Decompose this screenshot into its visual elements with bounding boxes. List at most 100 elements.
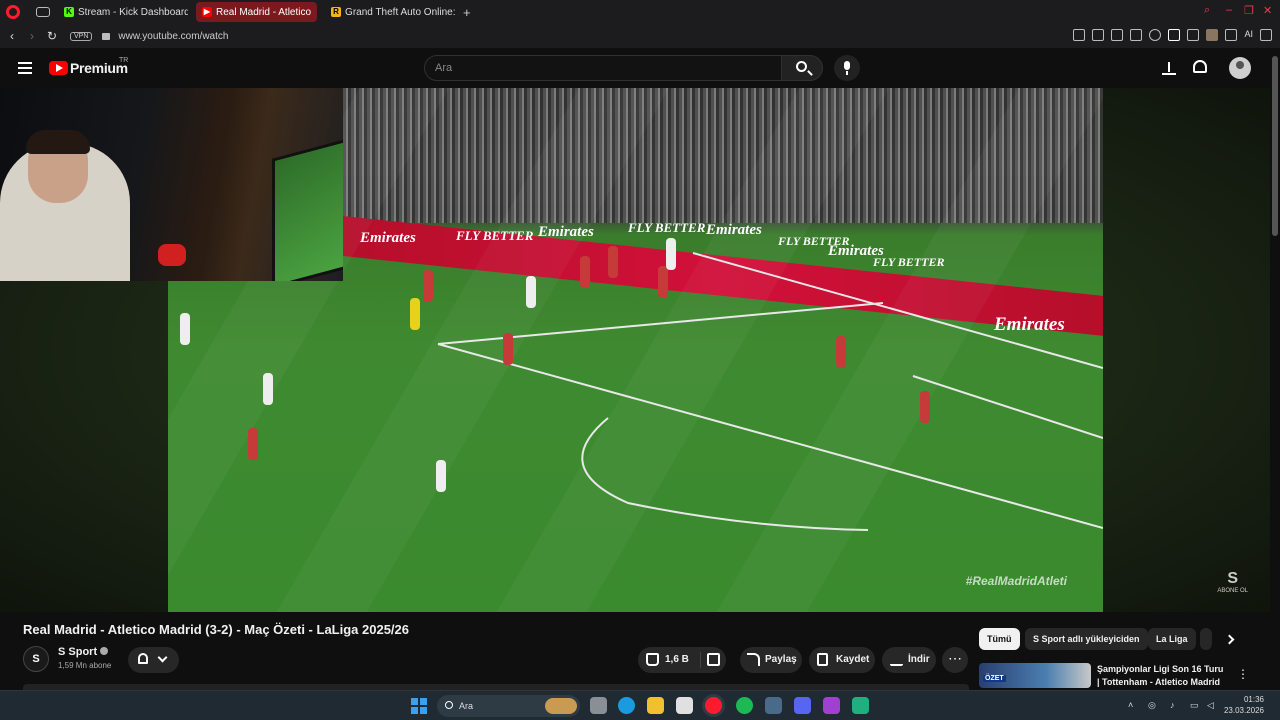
thumbs-down-icon xyxy=(707,653,720,666)
subscribe-watermark[interactable]: S ABONE OL xyxy=(1217,570,1248,594)
subscribed-bell-button[interactable] xyxy=(128,647,179,673)
search-input[interactable]: Ara xyxy=(424,55,782,81)
like-divider xyxy=(700,652,701,668)
video-player[interactable]: Emirates FLY BETTER Emirates FLY BETTER … xyxy=(0,88,1270,612)
dislike-button[interactable] xyxy=(702,647,726,673)
file-explorer-icon[interactable] xyxy=(647,697,664,714)
save-button[interactable]: Kaydet xyxy=(809,647,875,673)
profile-icon[interactable] xyxy=(1206,29,1219,41)
new-tab-button[interactable]: + xyxy=(463,5,471,20)
volume-icon[interactable]: ◁ xyxy=(1207,700,1214,711)
minimize-button[interactable]: – xyxy=(1226,4,1232,16)
search-tabs-icon[interactable]: ⌕ xyxy=(1204,4,1210,17)
tab-real-madrid[interactable]: ▶ Real Madrid - Atletico xyxy=(196,2,318,22)
task-view-icon[interactable] xyxy=(590,697,607,714)
share-button[interactable]: Paylaş xyxy=(740,647,802,673)
cam-monitor xyxy=(272,137,343,281)
rockstar-icon: R xyxy=(331,7,342,17)
tray-app-icon[interactable]: ◎ xyxy=(1148,700,1156,711)
chip-from-uploader[interactable]: S Sport adlı yükleyiciden xyxy=(1025,628,1148,650)
back-button[interactable]: ‹ xyxy=(2,29,22,43)
address-bar: ‹ › ↻ VPN www.youtube.com/watch AI xyxy=(0,24,1280,48)
chip-all[interactable]: Tümü xyxy=(979,628,1020,650)
mic-tray-icon[interactable]: ♪ xyxy=(1170,700,1175,710)
chevron-right-icon[interactable] xyxy=(1224,634,1235,645)
download-button[interactable]: İndir xyxy=(882,647,936,673)
watermark-logo-icon: S xyxy=(1227,570,1238,587)
tab-label: Stream - Kick Dashboard xyxy=(78,6,188,18)
voice-search-icon[interactable] xyxy=(834,55,860,81)
channel-name[interactable]: S Sport xyxy=(58,646,109,658)
snapshot-icon[interactable] xyxy=(1092,29,1105,41)
heart-icon[interactable] xyxy=(1149,29,1162,41)
tab-gta-online[interactable]: R Grand Theft Auto Online: F xyxy=(325,2,455,22)
share-label: Paylaş xyxy=(765,654,797,665)
restore-button[interactable]: ❐ xyxy=(1244,4,1254,17)
taskbar-search[interactable]: Ara xyxy=(437,695,580,717)
download-icon[interactable] xyxy=(1225,29,1238,41)
opera-gx-icon[interactable] xyxy=(705,697,722,714)
edge-icon[interactable] xyxy=(618,697,635,714)
pin-icon[interactable] xyxy=(1073,29,1086,41)
opera-logo-icon[interactable] xyxy=(6,5,20,19)
bookmark-icon xyxy=(817,653,828,666)
channel-avatar[interactable]: S xyxy=(23,646,49,672)
network-icon[interactable]: ▭ xyxy=(1190,700,1199,711)
extensions-icon[interactable] xyxy=(1187,29,1200,41)
player-figure xyxy=(410,298,420,330)
tray-chevron-icon[interactable]: ˄ xyxy=(1128,700,1133,710)
kick-icon: K xyxy=(64,7,74,17)
ai-button[interactable]: AI xyxy=(1244,29,1253,41)
search-icon xyxy=(445,701,453,709)
shield-icon[interactable] xyxy=(1111,29,1124,41)
chip-la-liga[interactable]: La Liga xyxy=(1148,628,1196,650)
save-label: Kaydet xyxy=(836,654,870,665)
network-app-icon[interactable] xyxy=(765,697,782,714)
notifications-bell-icon[interactable] xyxy=(1193,60,1207,73)
workspaces-icon[interactable] xyxy=(36,7,50,17)
player-figure xyxy=(658,266,668,298)
lock-icon[interactable] xyxy=(102,32,111,40)
browser-toolbar-icons: AI xyxy=(1073,29,1272,41)
hamburger-menu-icon[interactable] xyxy=(18,62,32,74)
whatsapp-icon[interactable] xyxy=(852,697,869,714)
vpn-badge[interactable]: VPN xyxy=(70,31,93,41)
discord-icon[interactable] xyxy=(794,697,811,714)
recommended-thumbnail[interactable]: ÖZET xyxy=(979,663,1091,688)
player-figure xyxy=(503,333,513,365)
bell-icon xyxy=(138,653,148,664)
instagram-icon[interactable] xyxy=(823,697,840,714)
avatar[interactable] xyxy=(1229,57,1251,79)
url-field[interactable]: www.youtube.com/watch xyxy=(118,31,228,42)
windows-taskbar: Ara ˄ ◎ ♪ ▭ ◁ 01:36 23.03.2026 xyxy=(0,690,1280,720)
tab-kick-dashboard[interactable]: K Stream - Kick Dashboard xyxy=(58,2,188,22)
store-icon[interactable] xyxy=(676,697,693,714)
clock-date: 23.03.2026 xyxy=(1223,706,1264,715)
taskbar-search-label: Ara xyxy=(459,701,474,711)
verified-icon xyxy=(100,647,109,655)
share-icon xyxy=(747,653,760,666)
recommended-menu-icon[interactable]: ⋮ xyxy=(1237,667,1249,681)
thumbs-up-icon xyxy=(646,653,659,666)
youtube-logo-icon[interactable] xyxy=(49,61,68,75)
page-scrollbar[interactable] xyxy=(1272,56,1278,236)
system-clock[interactable]: 01:36 23.03.2026 xyxy=(1224,694,1264,716)
windows-start-icon[interactable] xyxy=(411,698,427,714)
channel-name-text: S Sport xyxy=(58,646,98,658)
close-button[interactable]: ✕ xyxy=(1263,4,1272,17)
forward-button[interactable]: › xyxy=(22,29,42,43)
player-icon[interactable] xyxy=(1130,29,1143,41)
search-button[interactable] xyxy=(781,55,823,81)
reload-button[interactable]: ↻ xyxy=(42,29,62,43)
like-button[interactable]: 1,6 B xyxy=(638,647,700,673)
stats-icon[interactable] xyxy=(1168,29,1181,41)
clock-time: 01:36 xyxy=(1243,695,1264,704)
chip-more[interactable] xyxy=(1200,628,1212,650)
menu-icon[interactable] xyxy=(1260,29,1272,41)
video-hashtag: #RealMadridAtleti xyxy=(965,574,1067,588)
spotify-icon[interactable] xyxy=(736,697,753,714)
create-upload-icon[interactable] xyxy=(1162,60,1176,76)
like-count: 1,6 B xyxy=(665,654,689,665)
download-arrow-icon xyxy=(890,653,903,666)
more-actions-button[interactable]: ⋯ xyxy=(942,647,968,673)
